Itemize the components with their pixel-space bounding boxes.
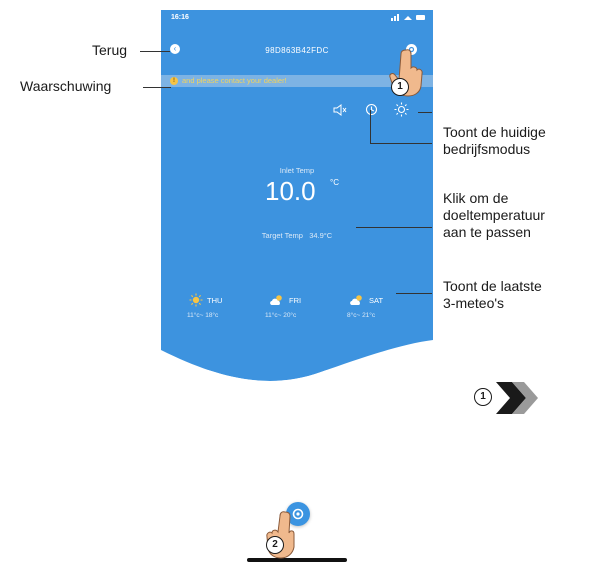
chevron-right-icon	[496, 382, 538, 414]
weather-day: SAT	[369, 296, 384, 305]
cloud-sun-icon	[350, 295, 362, 305]
status-icons	[391, 14, 425, 21]
status-time: 16:16	[171, 14, 189, 21]
callout-line	[370, 143, 432, 144]
inlet-temp-value: 10.0	[265, 176, 316, 206]
weather-day: FRI	[289, 296, 302, 305]
callout-line	[356, 227, 432, 228]
weather-range: 11°c~ 18°c	[187, 312, 219, 319]
callout-line	[143, 87, 171, 88]
target-temp-button[interactable]: Target Temp 34.9°C	[161, 231, 433, 240]
callout-target: Klik om de doeltemperatuur aan te passen	[443, 190, 545, 240]
target-temp-label: Target Temp	[261, 231, 303, 240]
wave-divider	[161, 340, 433, 400]
weather-item-thu: THU 11°c~ 18°c	[183, 293, 243, 323]
cloud-sun-icon	[270, 295, 282, 305]
inlet-temp-label: Inlet Temp	[279, 166, 315, 175]
callout-line	[140, 51, 170, 52]
weather-item-fri: FRI 11°c~ 20°c	[263, 293, 323, 323]
callout-back: Terug	[92, 42, 128, 58]
warning-icon: !	[170, 77, 178, 85]
warning-text: and please contact your dealer!	[182, 76, 287, 85]
inlet-temp-unit: °C	[330, 178, 339, 187]
callout-line	[370, 110, 371, 143]
step-marker-2: 2	[266, 536, 284, 554]
next-step-marker: 1	[474, 388, 492, 406]
weather-range: 8°c~ 21°c	[347, 312, 376, 319]
weather-range: 11°c~ 20°c	[265, 312, 297, 319]
callout-line	[396, 293, 432, 294]
timer-icon[interactable]	[365, 103, 378, 116]
step-marker-1: 1	[391, 78, 409, 96]
weather-item-sat: SAT 8°c~ 21°c	[343, 293, 403, 323]
weather-day: THU	[207, 296, 223, 305]
callout-mode: Toont de huidige bedrijfsmodus	[443, 124, 546, 157]
callout-weather: Toont de laatste 3-meteo's	[443, 278, 542, 311]
mute-icon[interactable]	[333, 104, 347, 116]
callout-line	[418, 112, 432, 113]
sun-icon[interactable]	[394, 102, 409, 117]
target-temp-value: 34.9°C	[309, 231, 333, 240]
callout-warning: Waarschuwing	[20, 78, 112, 94]
sun-icon	[189, 293, 203, 307]
